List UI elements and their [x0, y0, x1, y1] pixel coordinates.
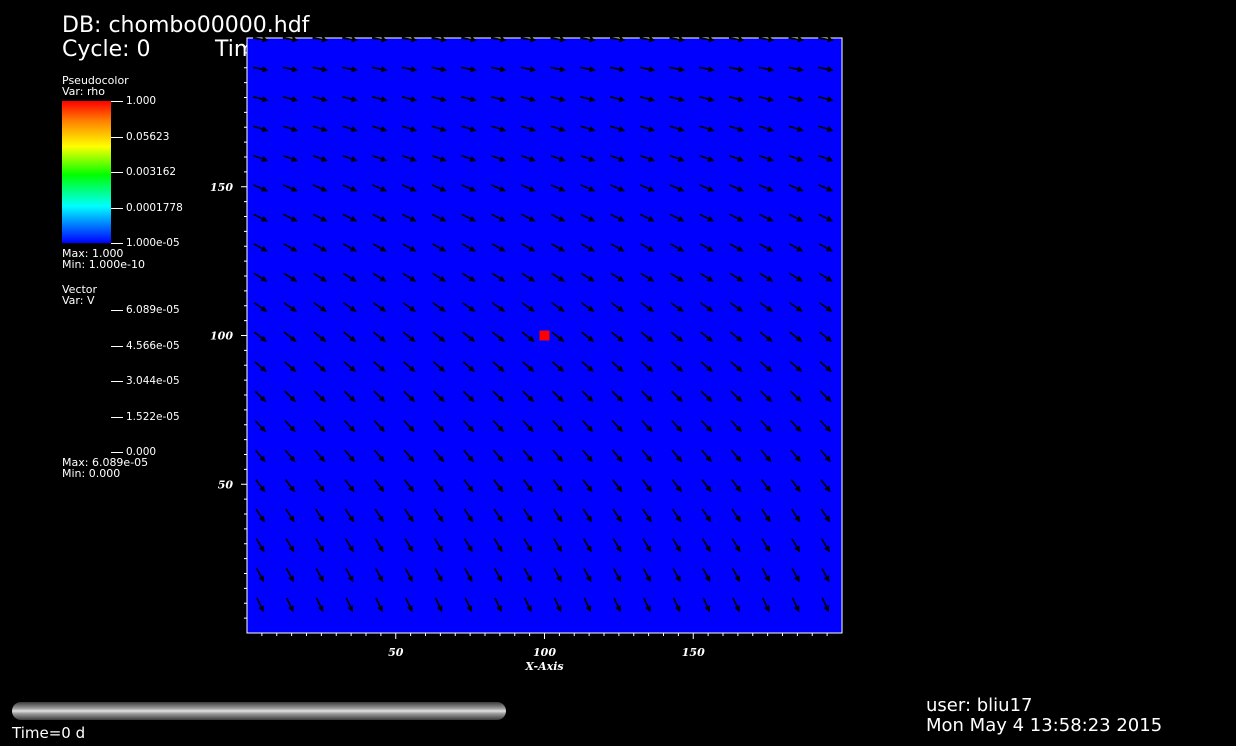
plot-canvas: 50 100 150 50 100 150 X-Axis	[210, 36, 843, 673]
y-tick-label: 50	[218, 478, 234, 491]
y-tick-label: 150	[210, 181, 233, 194]
time-slider-label: Time=0 d	[12, 724, 86, 742]
date-label: Mon May 4 13:58:23 2015	[926, 715, 1163, 736]
highlight-cell	[539, 330, 550, 341]
user-label: user: bliu17	[926, 695, 1033, 716]
x-tick-label: 100	[533, 646, 556, 659]
x-axis-label: X-Axis	[524, 660, 563, 673]
y-tick-label: 100	[210, 330, 233, 343]
x-tick-label: 150	[682, 646, 705, 659]
x-tick-label: 50	[388, 646, 404, 659]
time-slider[interactable]	[12, 702, 506, 720]
